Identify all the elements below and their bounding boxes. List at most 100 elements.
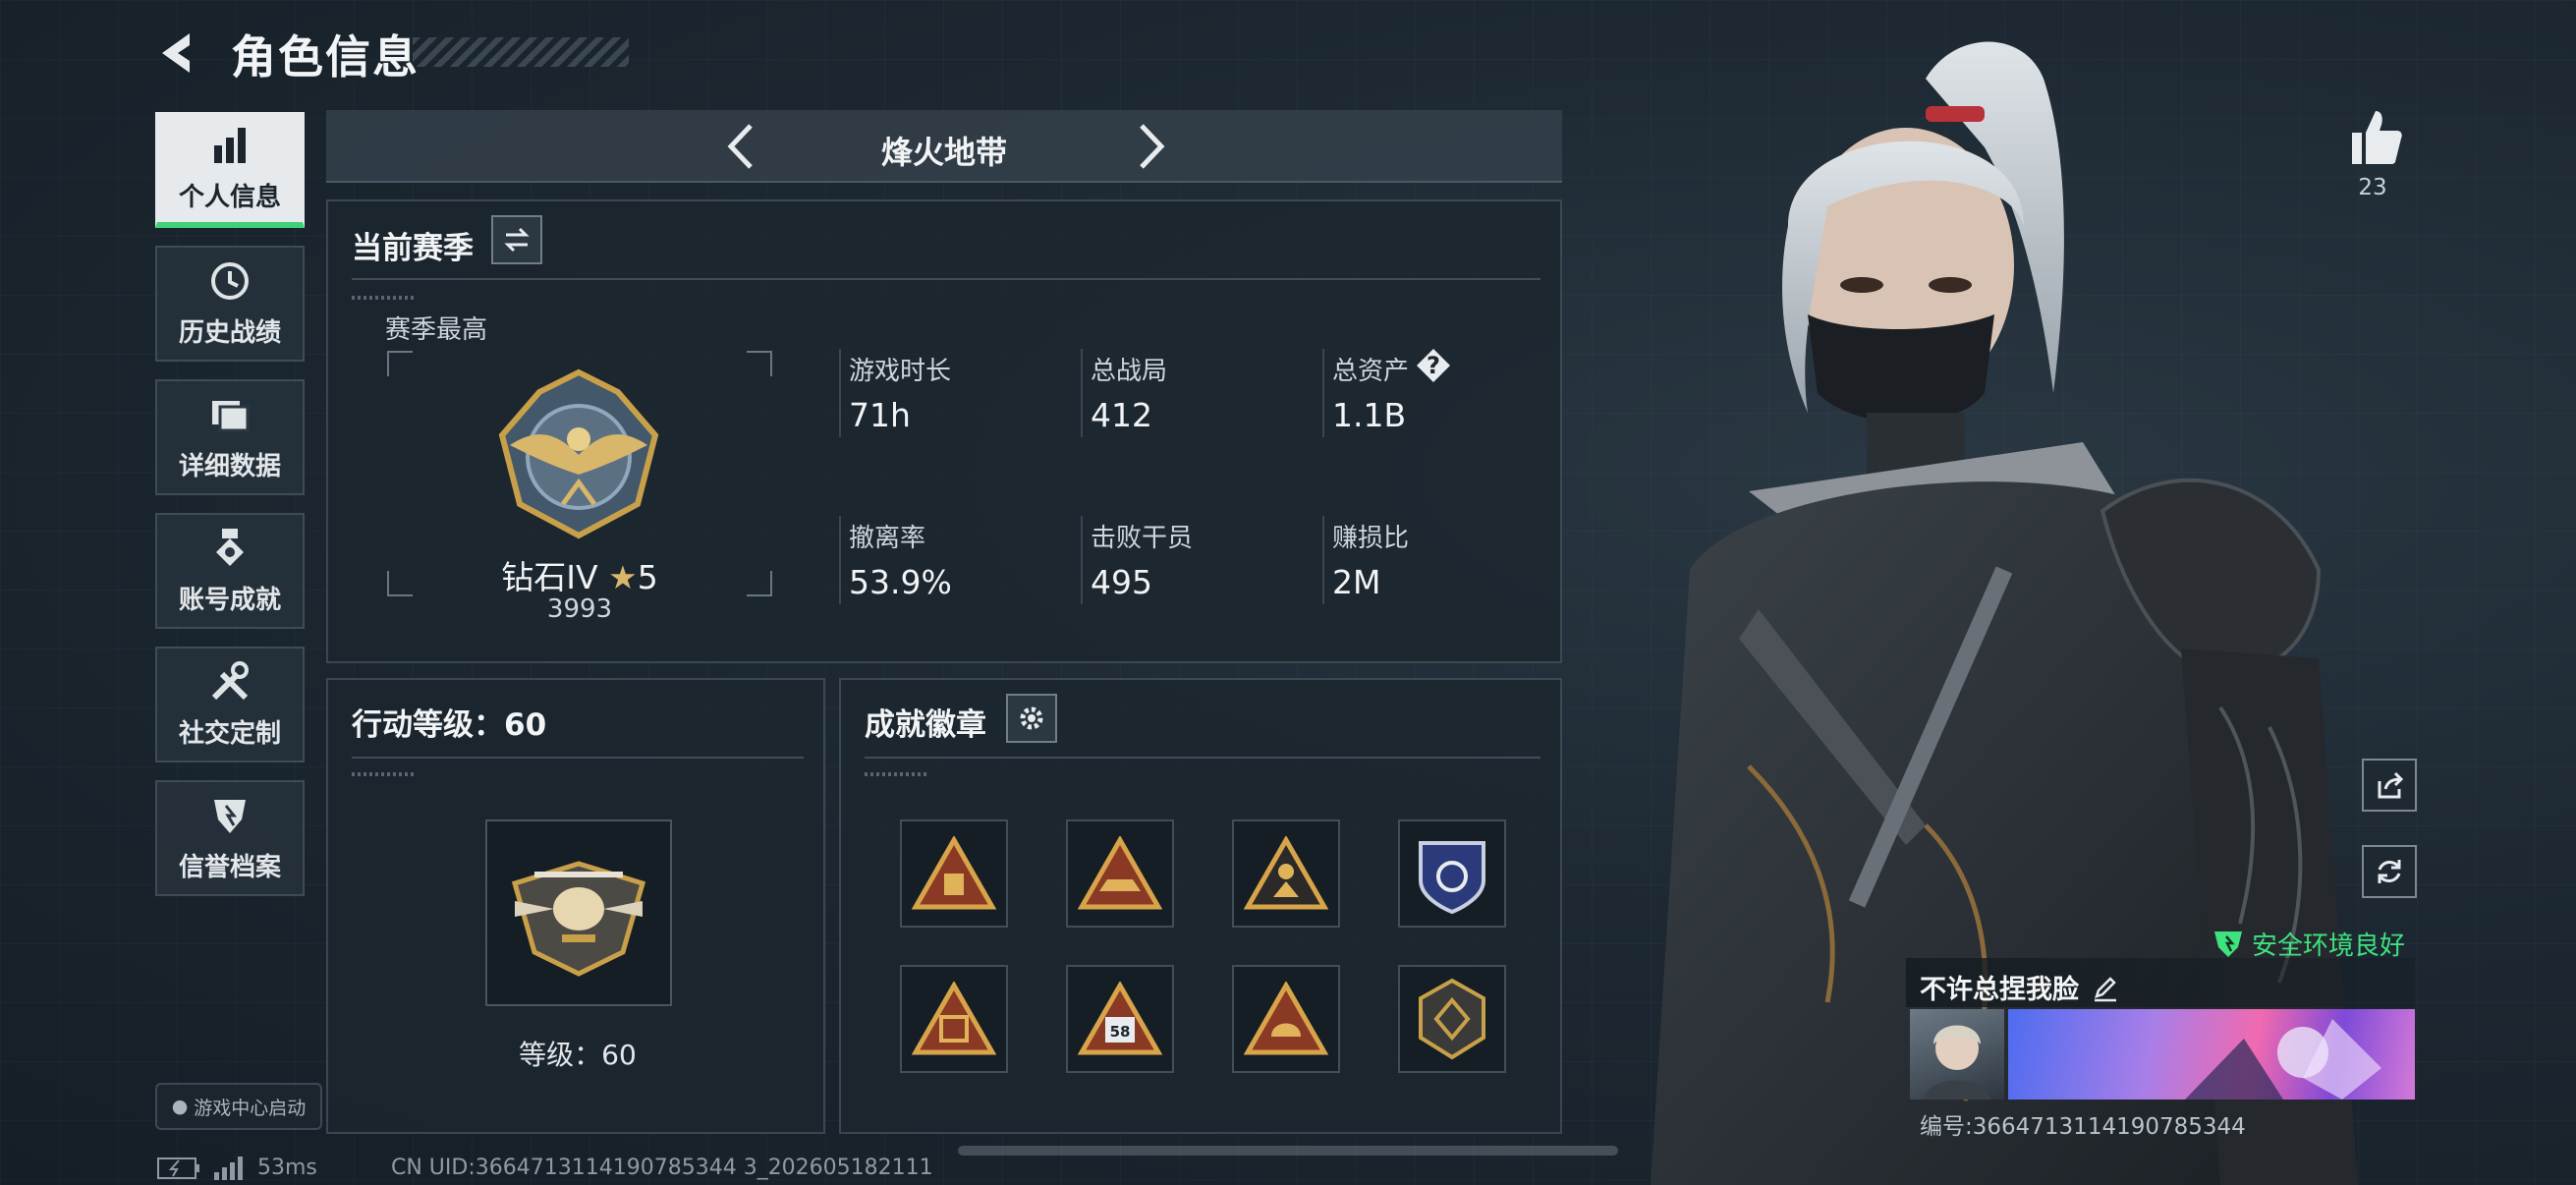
triangle-bag-badge-icon xyxy=(912,982,996,1055)
swap-icon xyxy=(504,227,530,253)
triangle-gold-badge-icon xyxy=(912,836,996,910)
stat-divider xyxy=(1322,516,1324,604)
safe-environment-status: 安全环境良好 xyxy=(2212,926,2405,962)
page-title: 角色信息 xyxy=(231,30,420,84)
signal-icon xyxy=(214,1156,243,1180)
stat-divider xyxy=(1081,349,1083,437)
stat-divider xyxy=(1081,516,1083,604)
frame-corner xyxy=(747,351,772,376)
action-level-title: 行动等级：60 xyxy=(352,707,547,743)
blue-shield-badge-icon xyxy=(1419,841,1485,915)
badge-58-text: 58 xyxy=(1110,1023,1131,1041)
medal-icon xyxy=(216,528,244,566)
achievement-badge[interactable] xyxy=(1232,965,1340,1073)
edit-pencil-icon[interactable] xyxy=(2091,973,2120,1002)
panel-divider xyxy=(352,757,804,759)
frame-corner xyxy=(387,351,413,376)
player-name-row: 不许总捏我脸 xyxy=(1920,968,2120,1006)
stat-label-total-assets: 总资产 xyxy=(1332,357,1410,386)
horizontal-scrollbar[interactable] xyxy=(958,1146,1618,1156)
status-bar: 53ms xyxy=(157,1156,317,1180)
stat-value-extract-rate: 53.9% xyxy=(849,563,952,601)
rotate-button[interactable] xyxy=(2362,845,2417,898)
panel-decoration xyxy=(352,772,415,776)
gear-icon xyxy=(1020,706,1043,730)
share-button[interactable] xyxy=(2362,759,2417,812)
rank-name: 钻石IV xyxy=(501,558,598,596)
refresh-icon xyxy=(2378,860,2401,883)
diamond-rank-emblem-icon xyxy=(498,368,659,539)
panel-decoration xyxy=(352,296,415,300)
sidebar-item-label: 详细数据 xyxy=(178,451,281,481)
achievements-panel: 成就徽章 58 xyxy=(839,678,1562,1134)
tools-icon xyxy=(211,660,249,700)
hex-emblem-badge-icon xyxy=(1419,978,1485,1060)
sidebar-item-social[interactable]: 社交定制 xyxy=(155,647,305,762)
season-title: 当前赛季 xyxy=(352,231,474,266)
rank-name-row: 钻石IV ★5 xyxy=(387,551,772,598)
ping-value: 53ms xyxy=(257,1156,317,1180)
help-icon[interactable]: ? xyxy=(1417,349,1450,382)
bar-chart-icon xyxy=(214,127,246,163)
achievements-title: 成就徽章 xyxy=(865,707,986,743)
battery-icon xyxy=(157,1157,199,1179)
safe-environment-text: 安全环境良好 xyxy=(2252,931,2406,961)
stat-label-kills: 击败干员 xyxy=(1091,524,1194,553)
player-card[interactable]: 不许总捏我脸 编号:3664713114190785344 xyxy=(1906,958,2415,1145)
sidebar-item-detailed-data[interactable]: 详细数据 xyxy=(155,379,305,495)
achievement-badge[interactable] xyxy=(1398,819,1506,928)
thumbs-up-icon[interactable] xyxy=(2338,103,2407,172)
title-decoration xyxy=(413,37,629,67)
stat-label-play-time: 游戏时长 xyxy=(849,357,952,386)
stat-value-total-assets: 1.1B xyxy=(1332,396,1407,434)
triangle-58-badge-icon: 58 xyxy=(1078,982,1162,1055)
game-center-label: 游戏中心启动 xyxy=(194,1097,307,1119)
stat-value-kills: 495 xyxy=(1091,563,1152,601)
sidebar-item-achievements[interactable]: 账号成就 xyxy=(155,513,305,629)
stat-label-total-matches: 总战局 xyxy=(1091,357,1168,386)
achievement-badge[interactable] xyxy=(900,819,1008,928)
achievement-badge[interactable] xyxy=(900,965,1008,1073)
sidebar-item-reputation[interactable]: 信誉档案 xyxy=(155,780,305,896)
sidebar-item-label: 个人信息 xyxy=(178,182,281,212)
achievement-settings-button[interactable] xyxy=(1006,694,1057,743)
season-panel: 当前赛季 赛季最高 钻石IV ★5 3993 游戏时长 71h 总战局 412 … xyxy=(326,199,1562,663)
player-id: 编号:3664713114190785344 xyxy=(1920,1114,2246,1140)
sidebar-item-history[interactable]: 历史战绩 xyxy=(155,246,305,362)
folders-icon xyxy=(212,400,250,431)
avatar xyxy=(1910,1009,2004,1100)
level-text: 等级：60 xyxy=(519,1039,637,1071)
stat-value-profit-ratio: 2M xyxy=(1332,563,1381,601)
sidebar-item-personal-info[interactable]: 个人信息 xyxy=(155,112,305,228)
triangle-ship-badge-icon xyxy=(1078,836,1162,910)
sidebar-item-label: 账号成就 xyxy=(178,585,281,615)
stat-value-total-matches: 412 xyxy=(1091,396,1152,434)
sidebar-item-label: 社交定制 xyxy=(178,718,281,749)
back-arrow-icon[interactable] xyxy=(152,28,203,79)
star-icon: ★ xyxy=(608,558,638,596)
helicopter-level-emblem-icon xyxy=(511,861,646,977)
shield-emblem-icon xyxy=(214,799,246,833)
achievement-badge[interactable] xyxy=(1232,819,1340,928)
banner-art xyxy=(2185,1019,2381,1100)
stat-divider xyxy=(839,516,841,604)
next-mode-chevron-icon[interactable] xyxy=(1122,120,1175,173)
qq-icon: ● xyxy=(171,1096,189,1117)
avatar-portrait-icon xyxy=(1924,1025,1990,1100)
game-center-launch-button[interactable]: ● 游戏中心启动 xyxy=(155,1083,322,1130)
switch-season-button[interactable] xyxy=(491,215,542,264)
uid-text: CN UID:3664713114190785344 3_20260518211… xyxy=(391,1156,933,1180)
action-level-panel: 行动等级：60 等级：60 xyxy=(326,678,825,1134)
rank-points: 3993 xyxy=(546,594,613,624)
rank-stars: 5 xyxy=(637,558,658,596)
achievement-badge[interactable] xyxy=(1066,819,1174,928)
history-icon xyxy=(211,261,249,300)
achievement-badge[interactable]: 58 xyxy=(1066,965,1174,1073)
name-card-banner xyxy=(2008,1009,2415,1100)
sidebar-item-label: 历史战绩 xyxy=(178,317,281,348)
like-count: 23 xyxy=(2358,175,2387,200)
stat-value-play-time: 71h xyxy=(849,396,911,434)
player-name: 不许总捏我脸 xyxy=(1920,975,2079,1005)
achievement-badge[interactable] xyxy=(1398,965,1506,1073)
level-emblem-frame xyxy=(485,819,672,1006)
